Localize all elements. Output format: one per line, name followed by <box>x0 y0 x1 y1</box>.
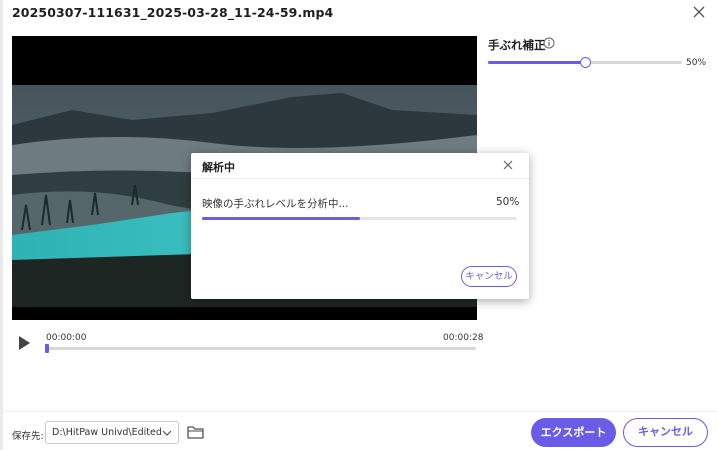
stabilization-slider-fill <box>488 61 585 64</box>
stabilization-slider-thumb[interactable] <box>580 57 591 68</box>
window-title: 20250307-111631_2025-03-28_11-24-59.mp4 <box>12 5 334 20</box>
dialog-title: 解析中 <box>202 161 235 174</box>
export-button[interactable]: エクスポート <box>531 418 616 447</box>
close-icon[interactable] <box>690 3 708 21</box>
dialog-progress-track <box>202 217 517 220</box>
stabilization-label: 手ぶれ補正 <box>488 38 546 52</box>
chevron-down-icon <box>162 430 172 436</box>
save-location-label: 保存先: <box>12 431 44 442</box>
dialog-divider <box>191 178 529 179</box>
play-icon[interactable] <box>17 335 31 351</box>
total-time: 00:00:28 <box>443 333 484 343</box>
current-time: 00:00:00 <box>46 333 87 343</box>
stabilization-value: 50% <box>686 58 707 68</box>
footer-divider <box>0 411 717 412</box>
timeline-track[interactable] <box>46 347 476 350</box>
save-path-value: D:\HitPaw Univd\Edited <box>52 427 162 438</box>
dialog-progress-fill <box>202 217 360 220</box>
close-icon[interactable] <box>501 158 515 172</box>
info-icon[interactable] <box>543 37 555 49</box>
folder-icon[interactable] <box>187 425 204 439</box>
dialog-percent: 50% <box>496 196 520 208</box>
cancel-button[interactable]: キャンセル <box>623 418 708 447</box>
dialog-cancel-button[interactable]: キャンセル <box>461 266 517 287</box>
title-bar: 20250307-111631_2025-03-28_11-24-59.mp4 <box>0 0 717 26</box>
window-edge <box>0 0 3 450</box>
analyzing-dialog: 解析中 映像の手ぶれレベルを分析中... 50% キャンセル <box>191 153 529 299</box>
save-path-select[interactable]: D:\HitPaw Univd\Edited <box>45 421 179 444</box>
playhead-handle[interactable] <box>45 344 49 353</box>
dialog-message: 映像の手ぶれレベルを分析中... <box>202 198 349 210</box>
